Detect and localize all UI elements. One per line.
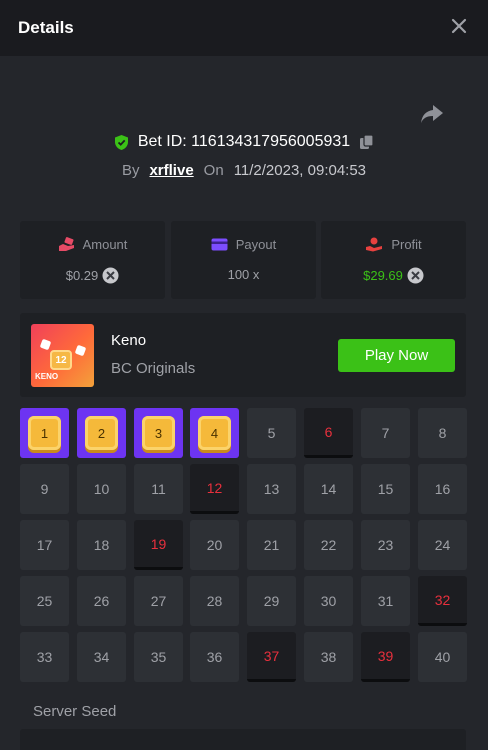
keno-cell: 12 <box>190 464 239 514</box>
keno-cell: 37 <box>247 632 296 682</box>
on-label: On <box>203 162 224 179</box>
keno-cell: 27 <box>134 576 183 626</box>
keno-cell: 23 <box>361 520 410 570</box>
keno-cell: 29 <box>247 576 296 626</box>
keno-cell: 35 <box>134 632 183 682</box>
keno-cell: 9 <box>20 464 69 514</box>
keno-cell: 18 <box>77 520 126 570</box>
server-seed-label: Server Seed <box>33 703 117 720</box>
keno-cell: 36 <box>190 632 239 682</box>
gem-tile-icon: 4 <box>198 416 231 450</box>
thumbnail-title: KENO <box>35 372 59 381</box>
copy-icon[interactable] <box>358 133 375 151</box>
details-header: Details <box>0 0 488 56</box>
keno-cell: 14 <box>304 464 353 514</box>
payout-card: Payout 100 x <box>171 221 316 299</box>
keno-cell: 8 <box>418 408 467 458</box>
gem-tile-icon: 3 <box>142 416 175 450</box>
keno-cell: 17 <box>20 520 69 570</box>
keno-cell: 21 <box>247 520 296 570</box>
keno-cell: 10 <box>77 464 126 514</box>
profit-card: Profit $29.69 <box>321 221 466 299</box>
payout-card-icon <box>211 238 228 251</box>
game-card: 12 KENO Keno BC Originals Play Now <box>20 313 466 397</box>
keno-cell: 28 <box>190 576 239 626</box>
keno-cell: 4 <box>190 408 239 458</box>
dialog-title: Details <box>18 18 74 37</box>
keno-cell: 31 <box>361 576 410 626</box>
keno-cell: 15 <box>361 464 410 514</box>
bet-id-row: Bet ID: 116134317956005931 <box>0 133 488 151</box>
bet-id: Bet ID: 116134317956005931 <box>137 133 351 150</box>
bet-by-row: By xrflive On 11/2/2023, 09:04:53 <box>0 162 488 179</box>
game-name: Keno <box>111 332 147 349</box>
keno-cell: 7 <box>361 408 410 458</box>
thumbnail-tile: 12 <box>50 350 72 370</box>
keno-cell: 38 <box>304 632 353 682</box>
server-seed-field[interactable] <box>20 729 466 750</box>
keno-cell: 33 <box>20 632 69 682</box>
game-provider: BC Originals <box>111 360 196 377</box>
play-now-button[interactable]: Play Now <box>338 339 455 372</box>
keno-cell: 22 <box>304 520 353 570</box>
keno-cell: 20 <box>190 520 239 570</box>
keno-cell: 1 <box>20 408 69 458</box>
keno-cell: 30 <box>304 576 353 626</box>
keno-cell: 34 <box>77 632 126 682</box>
keno-cell: 11 <box>134 464 183 514</box>
profit-hand-icon <box>366 237 383 252</box>
keno-cell: 26 <box>77 576 126 626</box>
shield-check-icon <box>114 134 128 150</box>
keno-cell: 2 <box>77 408 126 458</box>
profit-label: Profit <box>391 237 422 252</box>
gem-tile-icon: 1 <box>28 416 61 450</box>
keno-cell: 40 <box>418 632 467 682</box>
keno-cell: 32 <box>418 576 467 626</box>
keno-cell: 6 <box>304 408 353 458</box>
bet-amount-icon <box>58 237 74 251</box>
bet-date: 11/2/2023, 09:04:53 <box>233 162 367 179</box>
keno-cell: 25 <box>20 576 69 626</box>
profit-value: $29.69 <box>363 268 403 283</box>
coin-icon <box>407 267 424 284</box>
amount-label: Amount <box>82 237 128 252</box>
keno-thumbnail[interactable]: 12 KENO <box>31 324 94 387</box>
keno-board: 1 2 3 4 5 6 7 8 9 10 11 12 13 14 15 16 17 18 19 20 21 22 23 24 2… <box>20 408 467 682</box>
amount-card: Amount $0.29 <box>20 221 165 299</box>
coin-icon <box>102 267 119 284</box>
gem-tile-icon: 2 <box>85 416 118 450</box>
keno-cell: 24 <box>418 520 467 570</box>
keno-cell: 13 <box>247 464 296 514</box>
amount-value: $0.29 <box>65 268 99 283</box>
keno-cell: 5 <box>247 408 296 458</box>
keno-cell: 39 <box>361 632 410 682</box>
close-icon[interactable] <box>448 15 470 37</box>
username-link[interactable]: xrflive <box>149 162 193 179</box>
keno-cell: 19 <box>134 520 183 570</box>
payout-label: Payout <box>235 237 277 252</box>
payout-value: 100 x <box>227 267 260 282</box>
keno-cell: 3 <box>134 408 183 458</box>
keno-cell: 16 <box>418 464 467 514</box>
by-label: By <box>121 162 140 179</box>
share-icon[interactable] <box>419 101 445 127</box>
